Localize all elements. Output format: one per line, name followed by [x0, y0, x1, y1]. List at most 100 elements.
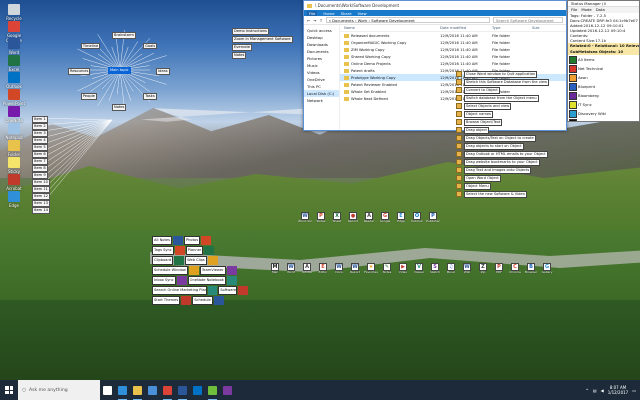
- list-item[interactable]: Convert to Object: [456, 86, 566, 94]
- chevron-up-icon[interactable]: ^: [585, 388, 588, 393]
- cluster-button[interactable]: Tags Sync: [152, 246, 174, 255]
- taskbar-organizer-button[interactable]: [205, 380, 220, 400]
- cluster-button[interactable]: All Notes: [152, 236, 172, 245]
- list-item[interactable]: Drag Objects/Text on Object to create: [456, 134, 566, 142]
- taskbar-edge-button[interactable]: [115, 380, 130, 400]
- list-item[interactable]: Open Word Object: [456, 174, 566, 182]
- file-row[interactable]: Shared Working Copy 12/9/2016 11:40 AM Fil…: [340, 53, 566, 60]
- nav-item[interactable]: Videos: [304, 69, 339, 76]
- panel-tag[interactable]: Bloomberg: [568, 91, 639, 100]
- mindmap-node[interactable]: Item 3: [32, 130, 48, 137]
- strip-item[interactable]: C Chrome: [508, 263, 522, 275]
- strip-item[interactable]: W Report: [348, 263, 362, 275]
- cluster-button[interactable]: Start Themes: [152, 296, 181, 305]
- status-manager-panel[interactable]: Status Manager (Il File Mode Data Tags: Fo…: [567, 0, 640, 122]
- strip-item[interactable]: P PDF: [492, 263, 506, 275]
- strip-item[interactable]: A Adobe: [300, 263, 314, 275]
- nav-item[interactable]: Desktop: [304, 34, 339, 41]
- strip-item[interactable]: M Mail: [268, 263, 282, 275]
- ribbon-tab[interactable]: View: [358, 11, 367, 16]
- strip-item[interactable]: W Word: [284, 263, 298, 275]
- taskbar-search[interactable]: ○ Ask me anything: [18, 380, 100, 400]
- mindmap-node[interactable]: Item 2: [32, 123, 48, 130]
- panel-tag[interactable]: Discovery Wiki: [568, 109, 639, 118]
- list-item[interactable]: Browse Object/Text: [456, 118, 566, 126]
- strip-item[interactable]: ▶ Video: [396, 263, 410, 275]
- strip-item[interactable]: E Editor: [316, 263, 330, 275]
- strip-item[interactable]: P Publisher: [426, 212, 440, 224]
- file-row[interactable]: Online Demo Projects 12/9/2016 11:40 AM Fi…: [340, 60, 566, 67]
- file-row[interactable]: OrganizeMAGIC Working Copy 12/9/2016 11:4…: [340, 39, 566, 46]
- mindmap-node[interactable]: Resources: [68, 68, 91, 75]
- mindmap-node[interactable]: Ideas: [156, 68, 170, 75]
- desktop-icon[interactable]: Notepad: [3, 123, 25, 140]
- strip-item[interactable]: P Slides: [314, 212, 328, 224]
- ribbon-tab[interactable]: Share: [341, 11, 352, 16]
- panel-tag[interactable]: Net Technical: [568, 64, 639, 73]
- strip-item[interactable]: S Sketch: [428, 263, 442, 275]
- taskbar-word-button[interactable]: [175, 380, 190, 400]
- cluster-button[interactable]: OneNote Notebook: [187, 276, 226, 285]
- nav-item[interactable]: Local Disk (C:): [304, 90, 339, 97]
- mindmap-node[interactable]: Goals: [143, 42, 158, 50]
- strip-item[interactable]: V Viewer: [412, 263, 426, 275]
- panel-tag[interactable]: Aeon: [568, 73, 639, 82]
- desktop-icon[interactable]: PowerPoint: [3, 89, 25, 106]
- strip-item[interactable]: ★ Favorites: [364, 263, 378, 275]
- cluster-button[interactable]: Software: [218, 286, 238, 295]
- ribbon-tab[interactable]: File: [307, 10, 318, 16]
- volume-icon[interactable]: ◀: [601, 388, 604, 393]
- strip-item[interactable]: B Browser: [524, 263, 538, 275]
- strip-item[interactable]: ✎ Notes: [380, 263, 394, 275]
- strip-item[interactable]: G Google: [378, 212, 392, 224]
- nav-item[interactable]: Pictures: [304, 55, 339, 62]
- cluster-button[interactable]: Inbox Sync: [152, 276, 176, 285]
- strip-item[interactable]: O Outlook: [410, 212, 424, 224]
- ribbon-tab[interactable]: Home: [323, 11, 334, 16]
- strip-item[interactable]: W Wiki: [460, 263, 474, 275]
- mindmap-node[interactable]: Item 13: [32, 200, 50, 207]
- list-item[interactable]: Drag website bookmarks to your Object: [456, 158, 566, 166]
- address-bar[interactable]: « Documents › Work › Software Developmen…: [325, 17, 490, 23]
- cluster-button[interactable]: Schedule: [192, 296, 213, 305]
- taskbar-store-button[interactable]: [145, 380, 160, 400]
- cluster-button[interactable]: Clipboard: [152, 256, 174, 265]
- strip-item[interactable]: Z Zip: [476, 263, 490, 275]
- mindmap-node[interactable]: Brainstorm: [112, 32, 136, 39]
- back-arrow-icon[interactable]: ←: [307, 18, 310, 23]
- cluster-button[interactable]: Photos: [183, 236, 201, 245]
- mindmap-node[interactable]: Item 1: [32, 116, 48, 123]
- list-item[interactable]: Drag Text and Images onto Objects: [456, 166, 566, 174]
- mindmap-center-node[interactable]: Main topic: [108, 67, 131, 74]
- mindmap-node[interactable]: People: [80, 93, 97, 100]
- strip-item[interactable]: G Gallery: [540, 263, 554, 275]
- explorer-titlebar[interactable]: \ Documents\Work\Software Development: [304, 1, 566, 10]
- list-item[interactable]: Close Word window to Quit application: [456, 70, 566, 78]
- taskbar-task-view-button[interactable]: [100, 380, 115, 400]
- notifications-icon[interactable]: ▭: [632, 388, 636, 393]
- network-icon[interactable]: ▤: [593, 388, 597, 393]
- taskbar-outlook-button[interactable]: [190, 380, 205, 400]
- panel-tag[interactable]: All Items: [568, 55, 639, 64]
- nav-item[interactable]: Network: [304, 97, 339, 104]
- panel-tag[interactable]: Blueprint: [568, 82, 639, 91]
- file-row[interactable]: ZIM Working Copy 12/9/2016 11:40 AM File f…: [340, 46, 566, 53]
- panel-tag[interactable]: World Wide Web: [568, 118, 639, 121]
- mindmap-node[interactable]: Item 12: [32, 193, 50, 200]
- nav-item[interactable]: Documents: [304, 48, 339, 55]
- nav-item[interactable]: Quick access: [304, 27, 339, 34]
- file-row[interactable]: Released documents 12/9/2016 11:40 AM File…: [340, 32, 566, 39]
- desktop-icon[interactable]: Outlook: [3, 72, 25, 89]
- mindmap-node[interactable]: Item 14: [32, 207, 50, 214]
- mindmap-node[interactable]: Tasks: [143, 93, 157, 100]
- clock[interactable]: 8:07 AM 1/12/2017: [608, 385, 629, 395]
- desktop-icon[interactable]: OneNote: [3, 106, 25, 123]
- top-mid-item[interactable]: Zoom in Management Software: [232, 36, 293, 43]
- mindmap-node[interactable]: Item 4: [32, 137, 48, 144]
- up-arrow-icon[interactable]: ↑: [319, 18, 322, 23]
- list-item[interactable]: Drag Outlook or HTML emails to your Obje…: [456, 150, 566, 158]
- mindmap-node[interactable]: Item 6: [32, 151, 48, 158]
- list-item[interactable]: Select the new Software & Video: [456, 190, 566, 198]
- mindmap-node[interactable]: Item 8: [32, 165, 48, 172]
- mindmap-node[interactable]: Timeline: [80, 42, 101, 50]
